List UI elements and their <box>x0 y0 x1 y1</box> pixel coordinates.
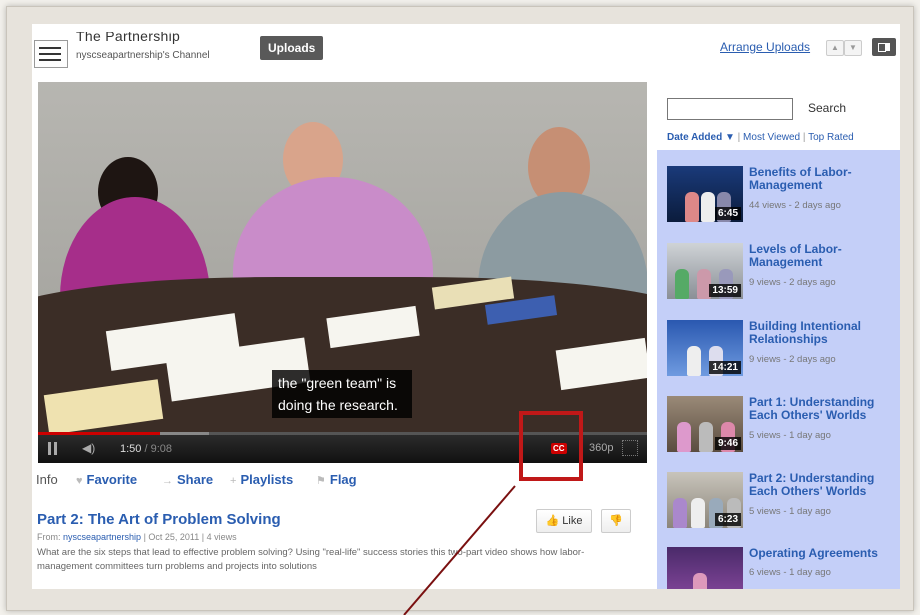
annotation-pointer-line <box>403 485 516 615</box>
